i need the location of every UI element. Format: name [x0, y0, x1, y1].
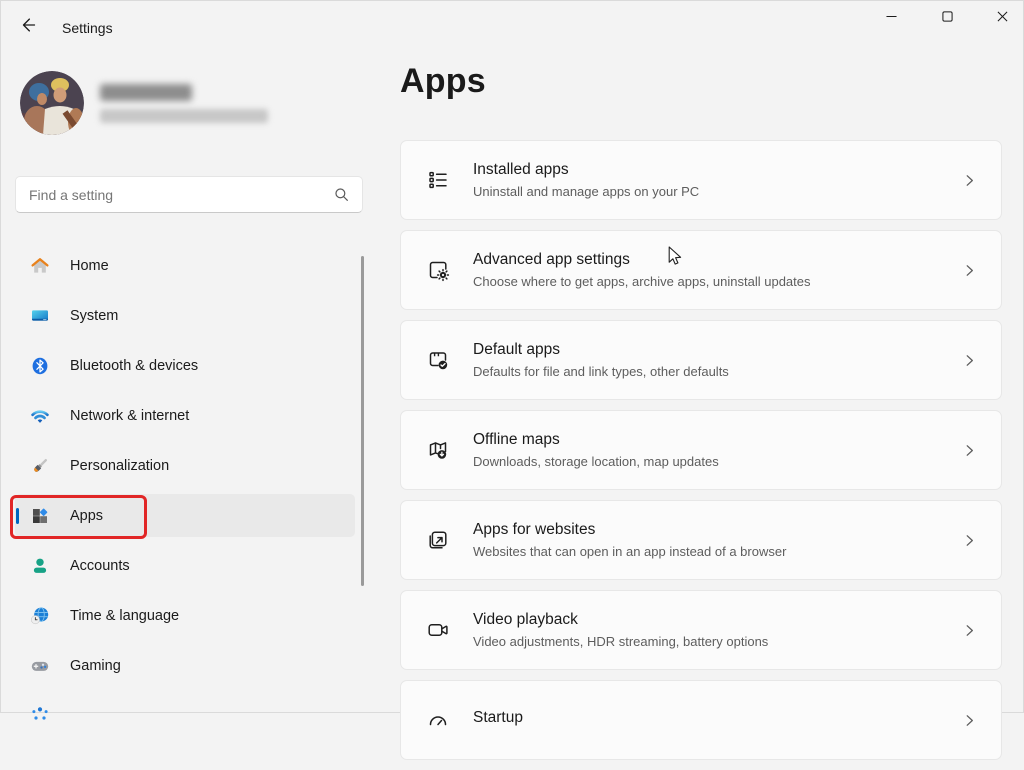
sidebar: Home System Bluetooth & devices Network … — [0, 48, 380, 713]
sidebar-scrollbar[interactable] — [361, 256, 364, 586]
settings-card-list: Installed apps Uninstall and manage apps… — [400, 140, 1002, 770]
maximize-button[interactable] — [925, 0, 969, 33]
apps-for-websites-icon — [426, 528, 450, 552]
back-arrow-icon — [19, 16, 37, 34]
card-video-playback[interactable]: Video playback Video adjustments, HDR st… — [400, 590, 1002, 670]
close-icon — [997, 11, 1008, 22]
page-title: Apps — [400, 62, 486, 101]
card-title: Apps for websites — [473, 520, 786, 540]
card-subtitle: Defaults for file and link types, other … — [473, 364, 729, 380]
card-default-apps[interactable]: Default apps Defaults for file and link … — [400, 320, 1002, 400]
bluetooth-icon — [30, 356, 50, 376]
user-email-redacted — [100, 109, 268, 123]
card-subtitle: Uninstall and manage apps on your PC — [473, 184, 699, 200]
minimize-button[interactable] — [869, 0, 913, 33]
sidebar-item-label: Home — [70, 258, 109, 274]
card-title: Installed apps — [473, 160, 699, 180]
card-startup[interactable]: Startup — [400, 680, 1002, 760]
personalization-icon — [30, 456, 50, 476]
sidebar-item-accounts[interactable]: Accounts — [15, 544, 355, 587]
titlebar: Settings — [0, 0, 1024, 48]
settings-window: { "window": { "title": "Settings" }, "si… — [0, 0, 1024, 713]
system-icon — [30, 306, 50, 326]
card-subtitle: Websites that can open in an app instead… — [473, 544, 786, 560]
card-apps-for-websites[interactable]: Apps for websites Websites that can open… — [400, 500, 1002, 580]
gaming-icon — [30, 656, 50, 676]
card-subtitle: Choose where to get apps, archive apps, … — [473, 274, 811, 290]
user-avatar — [20, 71, 84, 135]
chevron-right-icon — [962, 713, 977, 728]
card-title: Video playback — [473, 610, 768, 630]
chevron-right-icon — [962, 263, 977, 278]
sidebar-item-gaming[interactable]: Gaming — [15, 644, 355, 687]
sidebar-item-network-internet[interactable]: Network & internet — [15, 394, 355, 437]
minimize-icon — [886, 11, 897, 22]
sidebar-item-system[interactable]: System — [15, 294, 355, 337]
advanced-app-settings-icon — [426, 258, 450, 282]
sidebar-item-apps[interactable]: Apps — [15, 494, 355, 537]
sidebar-item-home[interactable]: Home — [15, 244, 355, 287]
sidebar-item-label: Bluetooth & devices — [70, 358, 198, 374]
installed-apps-icon — [426, 168, 450, 192]
window-title: Settings — [62, 20, 113, 36]
chevron-right-icon — [962, 173, 977, 188]
card-title: Advanced app settings — [473, 250, 811, 270]
sidebar-item-personalization[interactable]: Personalization — [15, 444, 355, 487]
close-button[interactable] — [981, 0, 1024, 33]
search-input[interactable] — [16, 187, 334, 203]
sidebar-item-accessibility[interactable] — [15, 694, 355, 737]
user-name-redacted — [100, 84, 192, 101]
card-subtitle: Video adjustments, HDR streaming, batter… — [473, 634, 768, 650]
home-icon — [30, 256, 50, 276]
sidebar-item-label: Apps — [70, 508, 103, 524]
card-subtitle: Downloads, storage location, map updates — [473, 454, 719, 470]
mouse-cursor — [668, 246, 683, 267]
sidebar-nav: Home System Bluetooth & devices Network … — [0, 244, 380, 744]
card-title: Default apps — [473, 340, 729, 360]
accounts-icon — [30, 556, 50, 576]
user-profile-section[interactable] — [0, 48, 380, 158]
offline-maps-icon — [426, 438, 450, 462]
sidebar-item-label: Accounts — [70, 558, 130, 574]
time-language-icon — [30, 606, 50, 626]
default-apps-icon — [426, 348, 450, 372]
accessibility-icon — [30, 706, 50, 726]
sidebar-item-label: Network & internet — [70, 408, 189, 424]
card-title: Startup — [473, 708, 523, 728]
selected-accent-pill — [16, 508, 19, 524]
search-icon — [334, 187, 349, 202]
chevron-right-icon — [962, 623, 977, 638]
back-button[interactable] — [13, 13, 43, 37]
card-installed-apps[interactable]: Installed apps Uninstall and manage apps… — [400, 140, 1002, 220]
sidebar-item-label: Time & language — [70, 608, 179, 624]
network-icon — [30, 406, 50, 426]
sidebar-item-time-language[interactable]: Time & language — [15, 594, 355, 637]
card-advanced-app-settings[interactable]: Advanced app settings Choose where to ge… — [400, 230, 1002, 310]
sidebar-item-bluetooth-devices[interactable]: Bluetooth & devices — [15, 344, 355, 387]
video-playback-icon — [426, 618, 450, 642]
sidebar-item-label: Gaming — [70, 658, 121, 674]
apps-icon — [30, 506, 50, 526]
search-box — [15, 176, 363, 213]
startup-icon — [426, 708, 450, 732]
sidebar-item-label: System — [70, 308, 118, 324]
maximize-icon — [942, 11, 953, 22]
card-offline-maps[interactable]: Offline maps Downloads, storage location… — [400, 410, 1002, 490]
chevron-right-icon — [962, 533, 977, 548]
card-title: Offline maps — [473, 430, 719, 450]
chevron-right-icon — [962, 443, 977, 458]
sidebar-item-label: Personalization — [70, 458, 169, 474]
chevron-right-icon — [962, 353, 977, 368]
